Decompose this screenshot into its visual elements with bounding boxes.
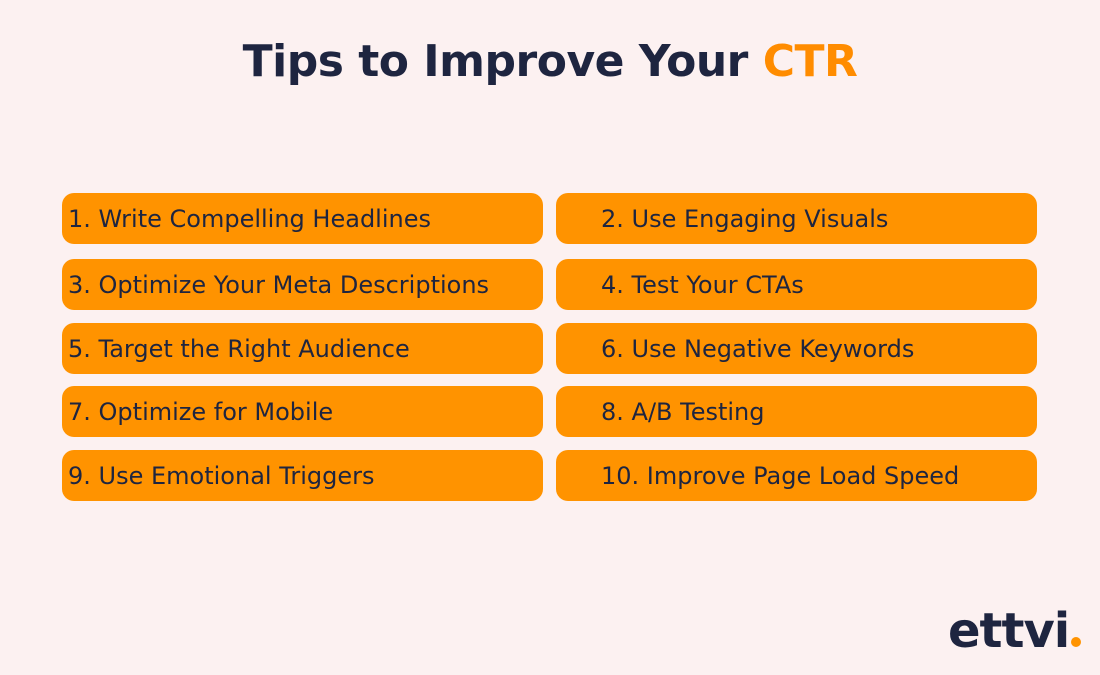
- tip-item: 8. A/B Testing: [556, 386, 1037, 437]
- title-accent: CTR: [762, 36, 858, 87]
- title-main: Tips to Improve Your: [242, 36, 763, 87]
- tip-item: 9. Use Emotional Triggers: [62, 450, 543, 501]
- tip-item: 10. Improve Page Load Speed: [556, 450, 1037, 501]
- logo-text: ettvi: [948, 603, 1070, 659]
- tip-item: 3. Optimize Your Meta Descriptions: [62, 259, 543, 310]
- tip-item: 6. Use Negative Keywords: [556, 323, 1037, 374]
- page-title: Tips to Improve Your CTR: [0, 36, 1100, 87]
- tip-item: 7. Optimize for Mobile: [62, 386, 543, 437]
- brand-logo: ettvi: [948, 603, 1082, 659]
- logo-dot-icon: [1071, 637, 1082, 647]
- tip-item: 4. Test Your CTAs: [556, 259, 1037, 310]
- tip-item: 5. Target the Right Audience: [62, 323, 543, 374]
- tip-item: 2. Use Engaging Visuals: [556, 193, 1037, 244]
- tip-item: 1. Write Compelling Headlines: [62, 193, 543, 244]
